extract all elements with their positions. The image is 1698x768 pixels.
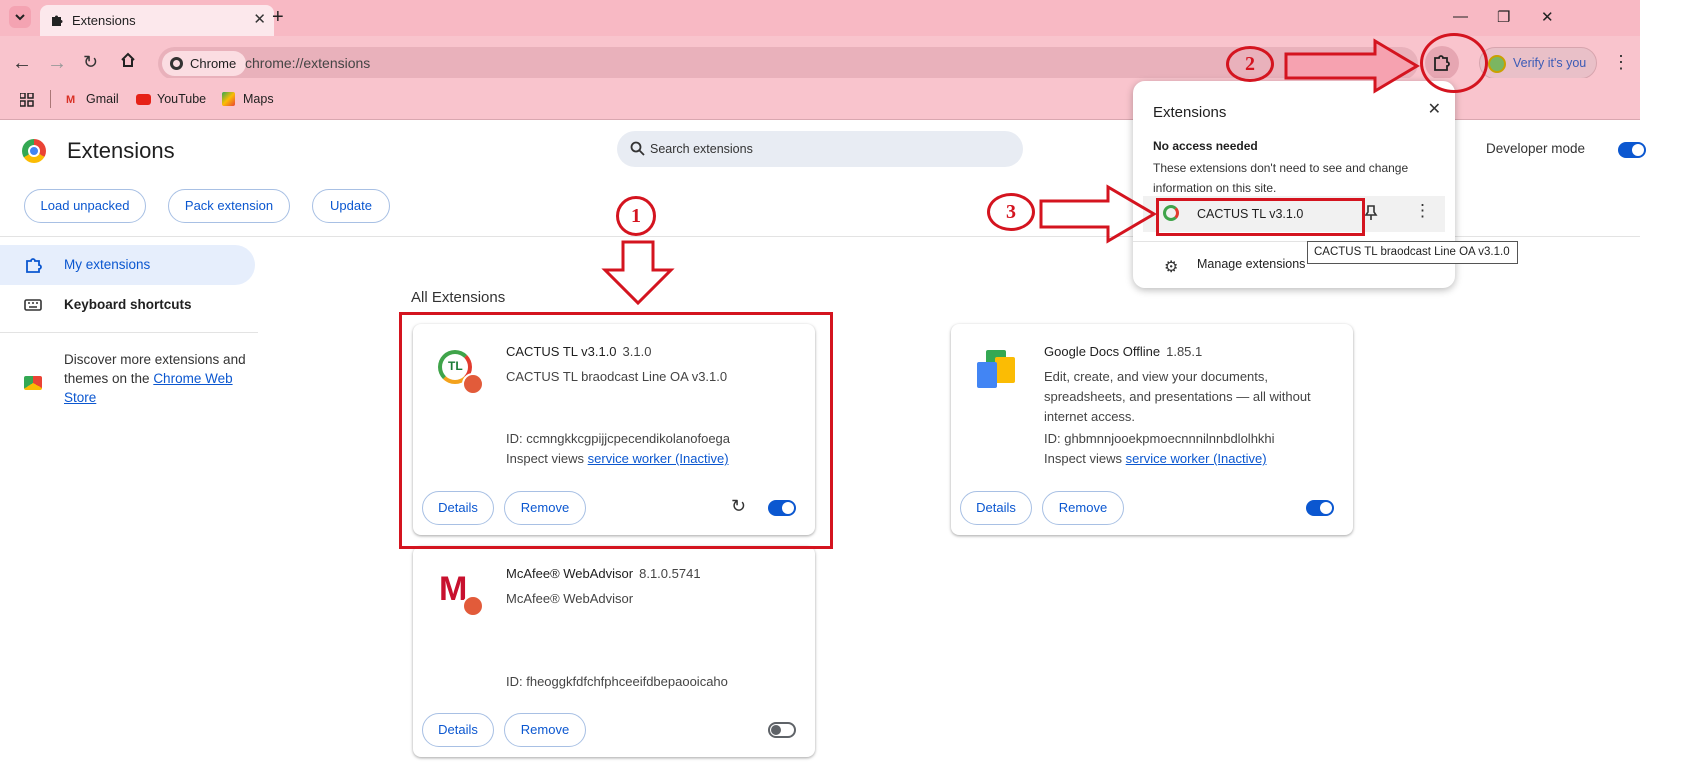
extension-card-mcafee: M McAfee® WebAdvisor 8.1.0.5741 McAfee® W… [413,546,815,757]
extension-id: ID: fheoggkfdfchfphceeifdbepaooicaho [506,674,728,689]
extension-name: Google Docs Offline 1.85.1 [1044,344,1203,359]
developer-mode-toggle[interactable] [1618,142,1646,158]
extension-name: McAfee® WebAdvisor 8.1.0.5741 [506,566,701,581]
puzzle-icon [50,13,64,32]
chrome-logo-icon [22,139,46,163]
annotation-circle-extensions-button [1420,33,1488,93]
avatar [1488,55,1506,73]
annotation-arrow-right [1284,38,1420,94]
browser-window: Extensions ✕ + — ❐ ✕ ← → ↻ Chrome chrome… [0,0,1698,768]
annotation-number-1: 1 [616,196,656,236]
pack-extension-button[interactable]: Pack extension [168,189,290,223]
discover-text: Discover more extensions and themes on t… [64,352,246,405]
site-chip[interactable]: Chrome [162,51,247,76]
chrome-icon [170,57,183,70]
mcafee-icon: M [433,566,484,617]
tab-title: Extensions [72,13,136,28]
url-text[interactable]: chrome://extensions [245,55,370,71]
gear-icon: ⚙ [1164,259,1179,276]
details-button[interactable]: Details [960,491,1032,525]
developer-mode-label: Developer mode [1486,141,1586,156]
sidebar-item-my-extensions[interactable]: My extensions [0,245,255,285]
apps-grid-icon[interactable] [19,92,34,112]
bookmark-youtube[interactable]: YouTube [157,92,206,106]
chrome-web-store-icon [24,376,42,390]
gmail-icon: M [66,94,76,106]
restore-icon[interactable]: ❐ [1497,8,1510,26]
popup-section-title: No access needed [1153,139,1258,153]
tooltip: CACTUS TL braodcast Line OA v3.1.0 [1307,241,1518,264]
puzzle-icon [24,256,42,277]
close-window-icon[interactable]: ✕ [1541,8,1554,26]
youtube-icon [136,94,151,105]
annotation-arrow-right [1039,184,1157,244]
popup-title: Extensions [1153,104,1227,121]
tab-strip: Extensions ✕ + — ❐ ✕ [0,0,1640,36]
sidebar-divider [0,332,258,333]
tab-close-icon[interactable]: ✕ [253,10,266,28]
more-options-icon[interactable]: ⋮ [1414,201,1431,221]
remove-button[interactable]: Remove [504,713,586,747]
sidebar-item-label: Keyboard shortcuts [64,297,192,312]
extension-description: Edit, create, and view your documents, s… [1044,369,1311,424]
extension-enable-toggle[interactable] [1306,500,1334,516]
popup-section-text: These extensions don't need to see and c… [1153,161,1409,195]
home-icon[interactable] [119,51,137,74]
inspect-views: Inspect views service worker (Inactive) [1044,451,1267,466]
extension-card-google-docs: Google Docs Offline 1.85.1 Edit, create, … [951,324,1353,535]
service-worker-link[interactable]: service worker (Inactive) [1126,451,1267,466]
extension-description: McAfee® WebAdvisor [506,591,634,606]
minimize-icon[interactable]: — [1453,8,1468,25]
back-icon[interactable]: ← [12,52,32,75]
annotation-number-3: 3 [987,193,1035,231]
close-icon[interactable]: ✕ [1428,99,1441,119]
google-docs-icon [971,344,1021,394]
annotation-highlight-popup-item [1156,198,1365,236]
load-unpacked-button[interactable]: Load unpacked [24,189,146,223]
update-button[interactable]: Update [312,189,390,223]
bookmark-gmail[interactable]: Gmail [86,92,119,106]
details-button[interactable]: Details [422,713,494,747]
tab-extensions[interactable]: Extensions ✕ [40,5,274,36]
search-placeholder: Search extensions [650,142,753,156]
forward-icon[interactable]: → [47,52,67,75]
bookmarks-divider [50,90,51,108]
section-title: All Extensions [411,289,506,306]
sidebar-item-keyboard-shortcuts[interactable]: Keyboard shortcuts [0,285,255,325]
sidebar-item-label: My extensions [64,257,151,272]
tab-search-chevron-icon[interactable] [9,6,31,28]
maps-icon [222,92,235,106]
search-icon [630,141,645,161]
new-tab-icon[interactable]: + [272,6,284,29]
browser-menu-icon[interactable]: ⋮ [1612,52,1630,73]
profile-button[interactable]: Verify it's you [1479,47,1597,79]
keyboard-icon [24,296,42,317]
extension-id: ID: ghbmnnjooekpmoecnnnilnnbdlolhkhi [1044,431,1275,446]
annotation-arrow-down [601,240,675,306]
page-title: Extensions [67,138,175,163]
annotation-number-2: 2 [1226,46,1274,82]
pin-icon[interactable] [1364,205,1378,226]
annotation-highlight-card [399,312,833,549]
bookmark-maps[interactable]: Maps [243,92,274,106]
remove-button[interactable]: Remove [1042,491,1124,525]
manage-extensions-link[interactable]: Manage extensions [1197,257,1305,271]
extension-enable-toggle[interactable] [768,722,796,738]
reload-icon[interactable]: ↻ [83,52,98,73]
